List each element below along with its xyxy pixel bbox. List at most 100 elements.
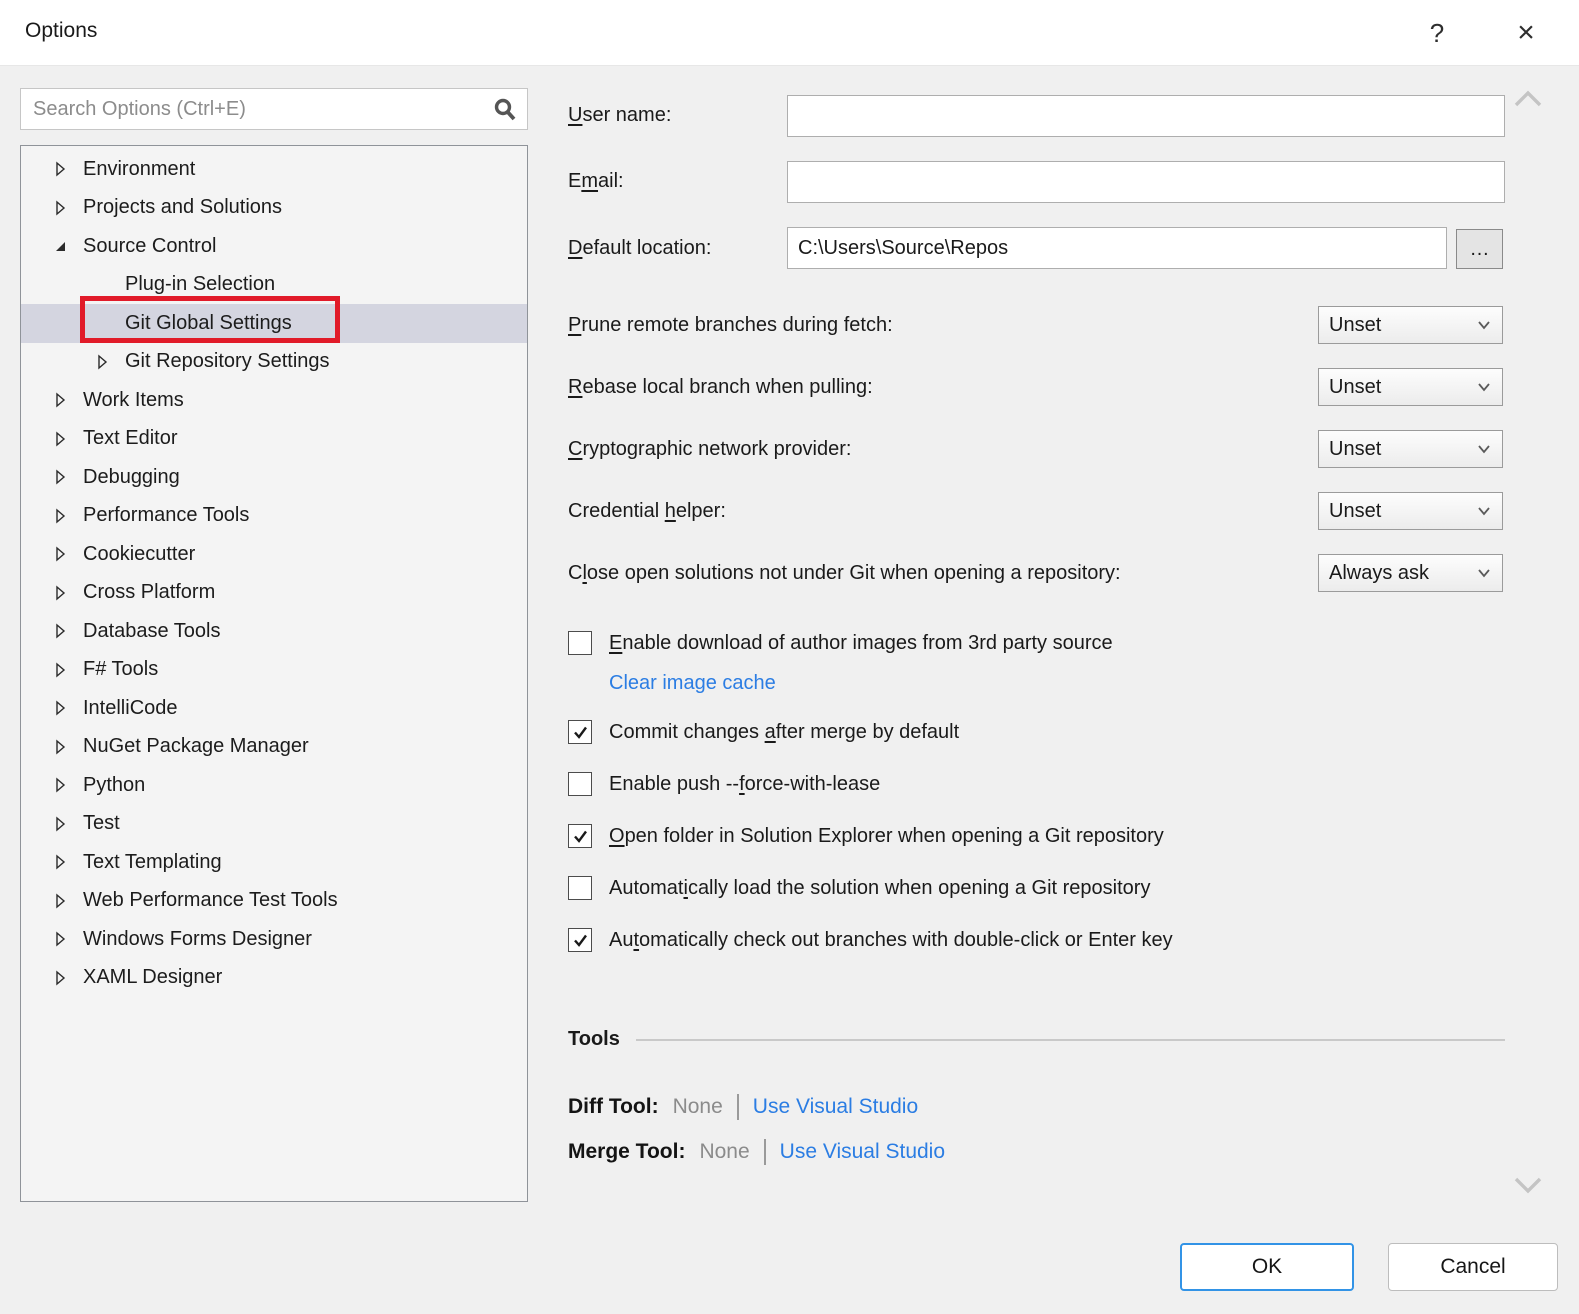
checkbox[interactable]	[568, 720, 592, 744]
tree-item[interactable]: Git Global Settings	[21, 304, 527, 343]
tree-item[interactable]: Python	[21, 766, 527, 805]
search-input[interactable]	[21, 89, 493, 129]
email-field[interactable]	[787, 161, 1505, 203]
use-visual-studio-link[interactable]: Use Visual Studio	[780, 1140, 945, 1164]
tree-item[interactable]: XAML Designer	[21, 959, 527, 998]
email-label: Email:	[568, 170, 624, 193]
default-location-label: Default location:	[568, 237, 711, 260]
tree-expander-icon[interactable]	[93, 353, 111, 371]
tree-item[interactable]: Web Performance Test Tools	[21, 882, 527, 921]
tool-separator	[764, 1139, 766, 1165]
tree-item[interactable]: Debugging	[21, 458, 527, 497]
tree-expander-icon[interactable]	[51, 661, 69, 679]
scroll-up-icon[interactable]	[1510, 86, 1546, 112]
checkbox-main[interactable]: Enable push --force-with-lease	[568, 769, 1508, 799]
checkbox-main[interactable]: Commit changes after merge by default	[568, 717, 1508, 747]
dropdown[interactable]: Unset	[1318, 306, 1503, 344]
tree-item-label: Work Items	[83, 389, 184, 412]
tool-separator	[737, 1094, 739, 1120]
checkbox-main[interactable]: Automatically check out branches with do…	[568, 925, 1508, 955]
chevron-down-icon	[1476, 381, 1492, 393]
tool-label: Diff Tool:	[568, 1095, 659, 1119]
check-icon	[572, 829, 589, 844]
browse-button[interactable]: …	[1456, 229, 1503, 269]
tool-current-value: None	[673, 1095, 723, 1119]
cancel-button[interactable]: Cancel	[1388, 1243, 1558, 1291]
close-icon[interactable]: ×	[1504, 10, 1548, 54]
dropdown[interactable]: Unset	[1318, 368, 1503, 406]
tools-section-header: Tools	[568, 1028, 1505, 1051]
user-name-field[interactable]	[787, 95, 1505, 137]
tree-item-label: Test	[83, 812, 120, 835]
scroll-down-icon[interactable]	[1510, 1172, 1546, 1198]
checkbox[interactable]	[568, 928, 592, 952]
tree-item[interactable]: Database Tools	[21, 612, 527, 651]
tree-expander-icon[interactable]	[51, 815, 69, 833]
dropdown[interactable]: Unset	[1318, 430, 1503, 468]
checkbox-main[interactable]: Open folder in Solution Explorer when op…	[568, 821, 1508, 851]
tree-expander-icon[interactable]	[51, 892, 69, 910]
tree-expander-icon[interactable]	[51, 699, 69, 717]
options-dialog: Options ? × Environment	[0, 0, 1579, 1314]
tools-divider	[636, 1039, 1505, 1041]
tree-expander-icon[interactable]	[51, 969, 69, 987]
checkbox-main[interactable]: Enable download of author images from 3r…	[568, 628, 1508, 658]
tree-expander-icon[interactable]	[51, 160, 69, 178]
use-visual-studio-link[interactable]: Use Visual Studio	[753, 1095, 918, 1119]
tree-expander-icon[interactable]	[93, 314, 111, 332]
tree-item[interactable]: F# Tools	[21, 651, 527, 690]
ok-button[interactable]: OK	[1180, 1243, 1354, 1291]
tree-expander-icon[interactable]	[51, 199, 69, 217]
checkbox[interactable]	[568, 824, 592, 848]
tree-expander-icon[interactable]	[93, 276, 111, 294]
tree-item[interactable]: Plug-in Selection	[21, 266, 527, 305]
tree-item[interactable]: Test	[21, 805, 527, 844]
tree-expander-icon[interactable]	[51, 930, 69, 948]
tree-item-label: Database Tools	[83, 620, 221, 643]
tree-expander-icon[interactable]	[51, 545, 69, 563]
dropdown-value: Always ask	[1329, 562, 1476, 585]
tree-item-label: IntelliCode	[83, 697, 178, 720]
dropdown-row: Rebase local branch when pulling: Unset	[568, 368, 1505, 430]
window-title: Options	[25, 19, 97, 43]
tree-item[interactable]: Text Editor	[21, 420, 527, 459]
tree-item[interactable]: Projects and Solutions	[21, 189, 527, 228]
tree-expander-icon[interactable]	[51, 584, 69, 602]
checkbox[interactable]	[568, 631, 592, 655]
tree-expander-icon[interactable]	[51, 507, 69, 525]
tree-item[interactable]: Git Repository Settings	[21, 343, 527, 382]
checkbox-label: Automatically check out branches with do…	[609, 929, 1173, 952]
tree-expander-icon[interactable]	[51, 237, 69, 255]
help-icon[interactable]: ?	[1415, 10, 1459, 54]
title-bar: Options ? ×	[0, 0, 1579, 65]
tree-item[interactable]: Environment	[21, 150, 527, 189]
tree-expander-icon[interactable]	[51, 468, 69, 486]
tree-expander-icon[interactable]	[51, 853, 69, 871]
tree-item[interactable]: Cookiecutter	[21, 535, 527, 574]
tree-expander-icon[interactable]	[51, 430, 69, 448]
clear-image-cache-link[interactable]: Clear image cache	[609, 672, 776, 695]
tree-item[interactable]: Performance Tools	[21, 497, 527, 536]
tree-item[interactable]: Work Items	[21, 381, 527, 420]
dropdown[interactable]: Unset	[1318, 492, 1503, 530]
tree-item[interactable]: Cross Platform	[21, 574, 527, 613]
dropdown-row: Prune remote branches during fetch: Unse…	[568, 306, 1505, 368]
tree-item[interactable]: Text Templating	[21, 843, 527, 882]
tree-expander-icon[interactable]	[51, 738, 69, 756]
tree-expander-icon[interactable]	[51, 391, 69, 409]
tree-expander-icon[interactable]	[51, 776, 69, 794]
checkbox-main[interactable]: Automatically load the solution when ope…	[568, 873, 1508, 903]
tree-expander-icon[interactable]	[51, 622, 69, 640]
tree-item[interactable]: NuGet Package Manager	[21, 728, 527, 767]
tree-item-label: Performance Tools	[83, 504, 249, 527]
dropdown[interactable]: Always ask	[1318, 554, 1503, 592]
chevron-down-icon	[1476, 567, 1492, 579]
checkbox[interactable]	[568, 876, 592, 900]
tree-item[interactable]: IntelliCode	[21, 689, 527, 728]
tree-item-label: XAML Designer	[83, 966, 222, 989]
checkbox-label: Enable push --force-with-lease	[609, 773, 880, 796]
tree-item[interactable]: Windows Forms Designer	[21, 920, 527, 959]
checkbox[interactable]	[568, 772, 592, 796]
default-location-field[interactable]	[787, 227, 1447, 269]
tree-item[interactable]: Source Control	[21, 227, 527, 266]
